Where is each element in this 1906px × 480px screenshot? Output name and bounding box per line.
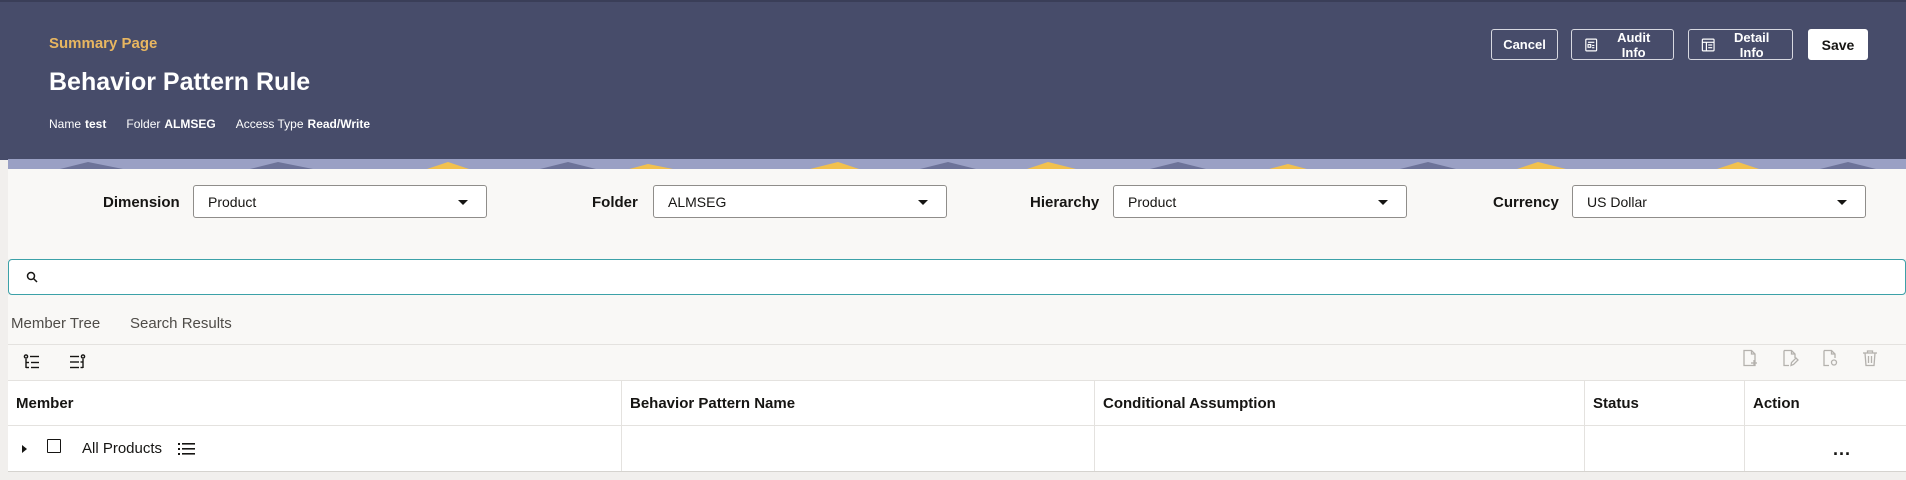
search-icon: [26, 271, 38, 283]
meta-name: Name test: [49, 117, 107, 131]
meta-folder: Folder ALMSEG: [126, 117, 216, 131]
table-row: All Products ...: [8, 426, 1906, 472]
hierarchy-label: Hierarchy: [1030, 194, 1100, 211]
tab-search-results[interactable]: Search Results: [130, 315, 232, 332]
table-toolbar: [8, 345, 1906, 380]
delete-icon[interactable]: [1861, 349, 1879, 367]
chevron-down-icon: [1837, 200, 1847, 205]
hierarchy-select[interactable]: Product: [1113, 185, 1407, 218]
collapse-all-icon[interactable]: [68, 353, 86, 371]
search-input[interactable]: [49, 264, 1889, 290]
row-checkbox[interactable]: [47, 438, 61, 453]
column-header-behavior-pattern-name[interactable]: Behavior Pattern Name: [622, 381, 1095, 425]
view-document-icon[interactable]: [1821, 349, 1839, 367]
detail-info-icon: [1701, 38, 1715, 51]
tab-member-tree[interactable]: Member Tree: [11, 315, 100, 332]
folder-select[interactable]: ALMSEG: [653, 185, 947, 218]
status-cell: [1585, 426, 1745, 471]
breadcrumb-summary-page[interactable]: Summary Page: [49, 35, 157, 52]
expand-row-icon[interactable]: [22, 444, 27, 453]
table-header: Member Behavior Pattern Name Conditional…: [8, 380, 1906, 426]
member-cell: All Products: [8, 426, 622, 471]
more-actions-icon[interactable]: ...: [1833, 440, 1851, 458]
expand-all-icon[interactable]: [23, 353, 41, 371]
column-header-status[interactable]: Status: [1585, 381, 1745, 425]
decorative-banner: [8, 159, 1906, 169]
view-tabs: Member Tree Search Results: [8, 295, 1906, 345]
folder-label: Folder: [592, 194, 638, 211]
detail-info-button[interactable]: Detail Info: [1688, 29, 1793, 60]
member-search: [8, 259, 1906, 295]
member-name[interactable]: All Products: [82, 440, 162, 457]
column-header-action[interactable]: Action: [1745, 381, 1906, 425]
cancel-button[interactable]: Cancel: [1491, 29, 1558, 60]
column-header-member[interactable]: Member: [8, 381, 622, 425]
action-cell: ...: [1745, 426, 1906, 471]
chevron-down-icon: [918, 200, 928, 205]
list-icon[interactable]: [178, 442, 196, 456]
filter-bar: Dimension Product Folder ALMSEG Hierarch…: [8, 169, 1906, 259]
rule-meta: Name test Folder ALMSEG Access Type Read/Wr…: [49, 117, 370, 131]
currency-label: Currency: [1493, 194, 1559, 211]
add-document-icon[interactable]: [1741, 349, 1759, 367]
chevron-down-icon: [458, 200, 468, 205]
page-header: Summary Page Behavior Pattern Rule Name t…: [0, 0, 1906, 160]
dimension-select[interactable]: Product: [193, 185, 487, 218]
member-table: Member Behavior Pattern Name Conditional…: [8, 380, 1906, 472]
behavior-pattern-name-cell: [622, 426, 1095, 471]
page-title: Behavior Pattern Rule: [49, 68, 311, 96]
column-header-conditional-assumption[interactable]: Conditional Assumption: [1095, 381, 1585, 425]
audit-info-icon: [1585, 38, 1598, 51]
currency-select[interactable]: US Dollar: [1572, 185, 1866, 218]
conditional-assumption-cell: [1095, 426, 1585, 471]
audit-info-button[interactable]: Audit Info: [1571, 29, 1674, 60]
save-button[interactable]: Save: [1808, 29, 1868, 60]
meta-access-type: Access Type Read/Write: [235, 117, 370, 131]
dimension-label: Dimension: [103, 194, 180, 211]
edit-document-icon[interactable]: [1781, 349, 1799, 367]
chevron-down-icon: [1378, 200, 1388, 205]
